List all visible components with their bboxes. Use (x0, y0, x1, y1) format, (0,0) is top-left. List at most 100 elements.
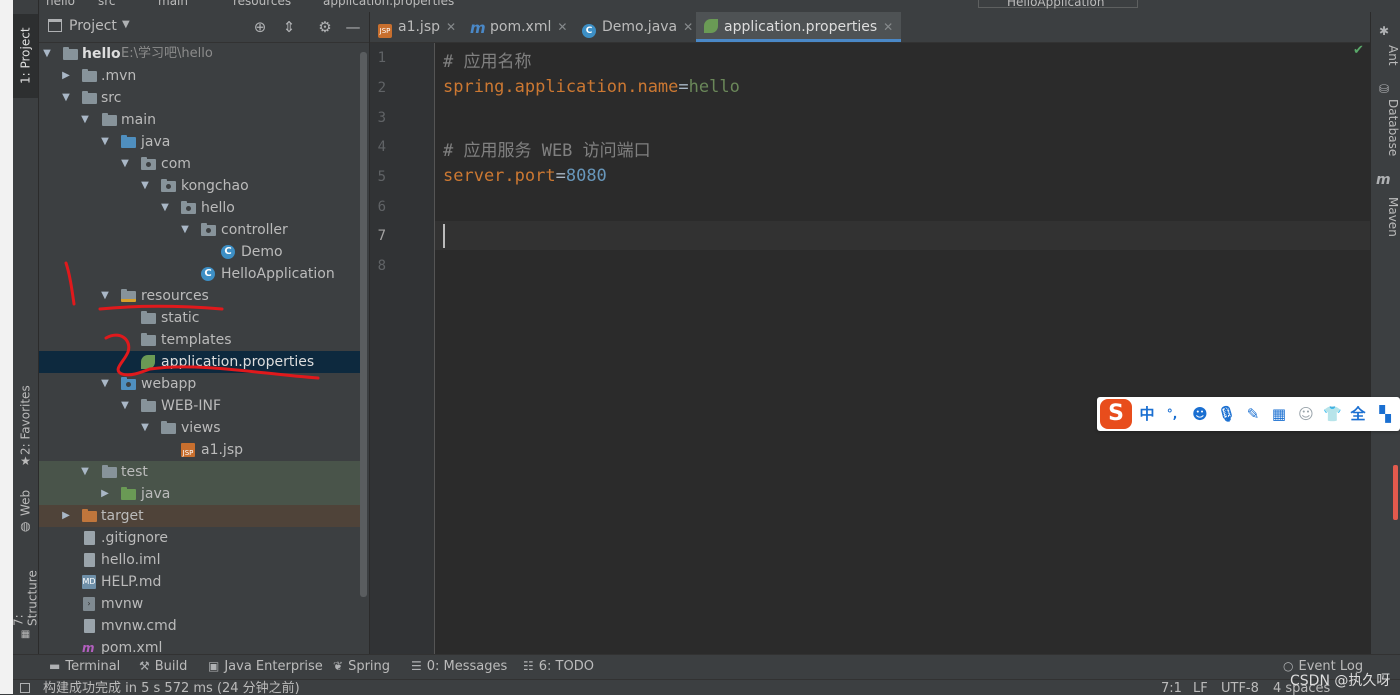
breadcrumb-item[interactable]: src (98, 0, 116, 8)
locate-icon[interactable]: ⊕ (251, 18, 269, 36)
expand-arrow-icon[interactable]: ▶ (60, 65, 72, 87)
ant-tool-tab[interactable]: Ant (1372, 40, 1400, 70)
user-icon[interactable]: ☺ (1297, 404, 1315, 424)
tree-item-mvnw[interactable]: › mvnw (39, 593, 361, 615)
breadcrumb-item[interactable]: main (158, 0, 188, 8)
close-icon[interactable]: ✕ (883, 20, 893, 34)
tree-item-mvnw-cmd[interactable]: mvnw.cmd (39, 615, 361, 637)
expand-arrow-icon[interactable]: ▼ (119, 153, 131, 175)
tree-item-a1-jsp[interactable]: JSP a1.jsp (39, 439, 361, 461)
web-tab-label: Web (18, 489, 33, 517)
editor-scroll-marker[interactable] (1393, 465, 1398, 520)
project-view-selector[interactable]: Project (69, 18, 117, 34)
microphone-icon[interactable]: 🎙 (1217, 404, 1236, 424)
caret-position[interactable]: 7:1 (1161, 680, 1182, 695)
equals-sign: = (678, 77, 689, 97)
expand-arrow-icon[interactable]: ▼ (159, 197, 171, 219)
tree-item-hello-iml[interactable]: hello.iml (39, 549, 361, 571)
tree-item-resources[interactable]: ▼ resources (39, 285, 361, 307)
close-icon[interactable]: ✕ (557, 20, 567, 34)
spring-button[interactable]: ❦ Spring (333, 659, 390, 674)
expand-arrow-icon[interactable]: ▼ (139, 417, 151, 439)
code-editor[interactable]: # 应用名称 spring.application.name=hello # 应… (435, 43, 1370, 654)
minimize-icon[interactable]: — (344, 18, 362, 36)
expand-arrow-icon[interactable]: ▼ (60, 87, 72, 109)
maven-tool-tab[interactable]: Maven (1372, 192, 1400, 242)
tab-a1-jsp[interactable]: JSP a1.jsp ✕ (378, 12, 456, 42)
tab-demo-java[interactable]: C Demo.java ✕ (582, 12, 693, 42)
expand-arrow-icon[interactable]: ▼ (99, 131, 111, 153)
ime-punctuation-toggle[interactable]: °, (1163, 404, 1181, 424)
structure-tool-tab[interactable]: 7: Structure (12, 556, 40, 626)
close-icon[interactable]: ✕ (446, 20, 456, 34)
tree-item-test-java[interactable]: ▶ java (39, 483, 361, 505)
tree-item-target[interactable]: ▶ target (39, 505, 361, 527)
project-tool-tab[interactable]: 1: Project (13, 14, 38, 98)
tree-item-main[interactable]: ▼ main (39, 109, 361, 131)
tree-item-templates[interactable]: templates (39, 329, 361, 351)
expand-arrow-icon[interactable]: ▼ (119, 395, 131, 417)
expand-arrow-icon[interactable]: ▶ (99, 483, 111, 505)
status-toggle-icon[interactable] (20, 683, 30, 693)
tree-item-gitignore[interactable]: .gitignore (39, 527, 361, 549)
tree-item-help-md[interactable]: MD HELP.md (39, 571, 361, 593)
expand-arrow-icon[interactable]: ▼ (99, 285, 111, 307)
tree-item-webapp[interactable]: ▼ webapp (39, 373, 361, 395)
tree-item-web-inf[interactable]: ▼ WEB-INF (39, 395, 361, 417)
tree-item-com[interactable]: ▼ com (39, 153, 361, 175)
run-config-select[interactable]: HelloApplication (978, 0, 1138, 9)
toolbox-icon[interactable]: ▚ (1376, 404, 1394, 424)
breadcrumb-item[interactable]: resources (233, 0, 291, 8)
skin-icon[interactable]: 👕 (1323, 404, 1342, 424)
tree-item-hello-package[interactable]: ▼ hello (39, 197, 361, 219)
ime-mode-toggle[interactable]: 中 (1138, 404, 1156, 424)
file-encoding[interactable]: UTF-8 (1221, 680, 1259, 695)
pen-icon[interactable]: ✎ (1244, 404, 1262, 424)
gear-icon[interactable]: ⚙ (316, 18, 334, 36)
tree-item-mvn[interactable]: ▶ .mvn (39, 65, 361, 87)
expand-arrow-icon[interactable]: ▼ (139, 175, 151, 197)
breadcrumb-item[interactable]: hello (46, 0, 75, 8)
tree-item-label: mvnw (101, 596, 144, 612)
tree-item-controller[interactable]: ▼ controller (39, 219, 361, 241)
tool-label: 0: Messages (426, 659, 508, 674)
keyboard-icon[interactable]: ▦ (1270, 404, 1288, 424)
current-line-highlight (435, 221, 1370, 250)
close-icon[interactable]: ✕ (683, 20, 693, 34)
messages-button[interactable]: ☰ 0: Messages (411, 659, 507, 674)
emoji-icon[interactable]: ☻ (1191, 404, 1209, 424)
tree-item-pom-xml[interactable]: m pom.xml (39, 637, 361, 654)
todo-button[interactable]: ☷ 6: TODO (523, 659, 594, 674)
project-scrollbar[interactable] (360, 52, 367, 597)
expand-arrow-icon[interactable]: ▶ (60, 505, 72, 527)
collapse-all-icon[interactable]: ⇕ (280, 18, 298, 36)
web-tool-tab[interactable]: Web (13, 487, 38, 519)
tree-item-src[interactable]: ▼ src (39, 87, 361, 109)
expand-arrow-icon[interactable]: ▼ (179, 219, 191, 241)
build-button[interactable]: ⚒ Build (139, 659, 187, 674)
tree-item-kongchao[interactable]: ▼ kongchao (39, 175, 361, 197)
tab-application-properties[interactable]: application.properties ✕ (696, 12, 902, 42)
expand-arrow-icon[interactable]: ▼ (99, 373, 111, 395)
expand-arrow-icon[interactable]: ▼ (41, 43, 53, 65)
tree-item-application-properties[interactable]: application.properties (39, 351, 361, 373)
tab-pom-xml[interactable]: m pom.xml ✕ (470, 12, 567, 42)
tree-item-views[interactable]: ▼ views (39, 417, 361, 439)
tree-item-project-root[interactable]: ▼ hello E:\学习吧\hello (39, 43, 361, 65)
tree-item-helloapplication[interactable]: C HelloApplication (39, 263, 361, 285)
expand-arrow-icon[interactable]: ▼ (79, 461, 91, 483)
tree-item-java[interactable]: ▼ java (39, 131, 361, 153)
chevron-down-icon[interactable]: ▼ (122, 19, 130, 30)
favorites-tool-tab[interactable]: 2: Favorites (13, 385, 38, 455)
tree-item-test[interactable]: ▼ test (39, 461, 361, 483)
terminal-button[interactable]: ▬ Terminal (49, 659, 120, 674)
tree-item-static[interactable]: static (39, 307, 361, 329)
breadcrumb-item[interactable]: application.properties (323, 0, 454, 8)
java-enterprise-button[interactable]: ▣ Java Enterprise (208, 659, 323, 674)
line-separator[interactable]: LF (1193, 680, 1208, 695)
sogou-logo[interactable]: S (1100, 399, 1132, 429)
full-width-icon[interactable]: 全 (1349, 404, 1367, 424)
expand-arrow-icon[interactable]: ▼ (79, 109, 91, 131)
tree-item-demo[interactable]: C Demo (39, 241, 361, 263)
database-tool-tab[interactable]: Database (1372, 98, 1400, 158)
